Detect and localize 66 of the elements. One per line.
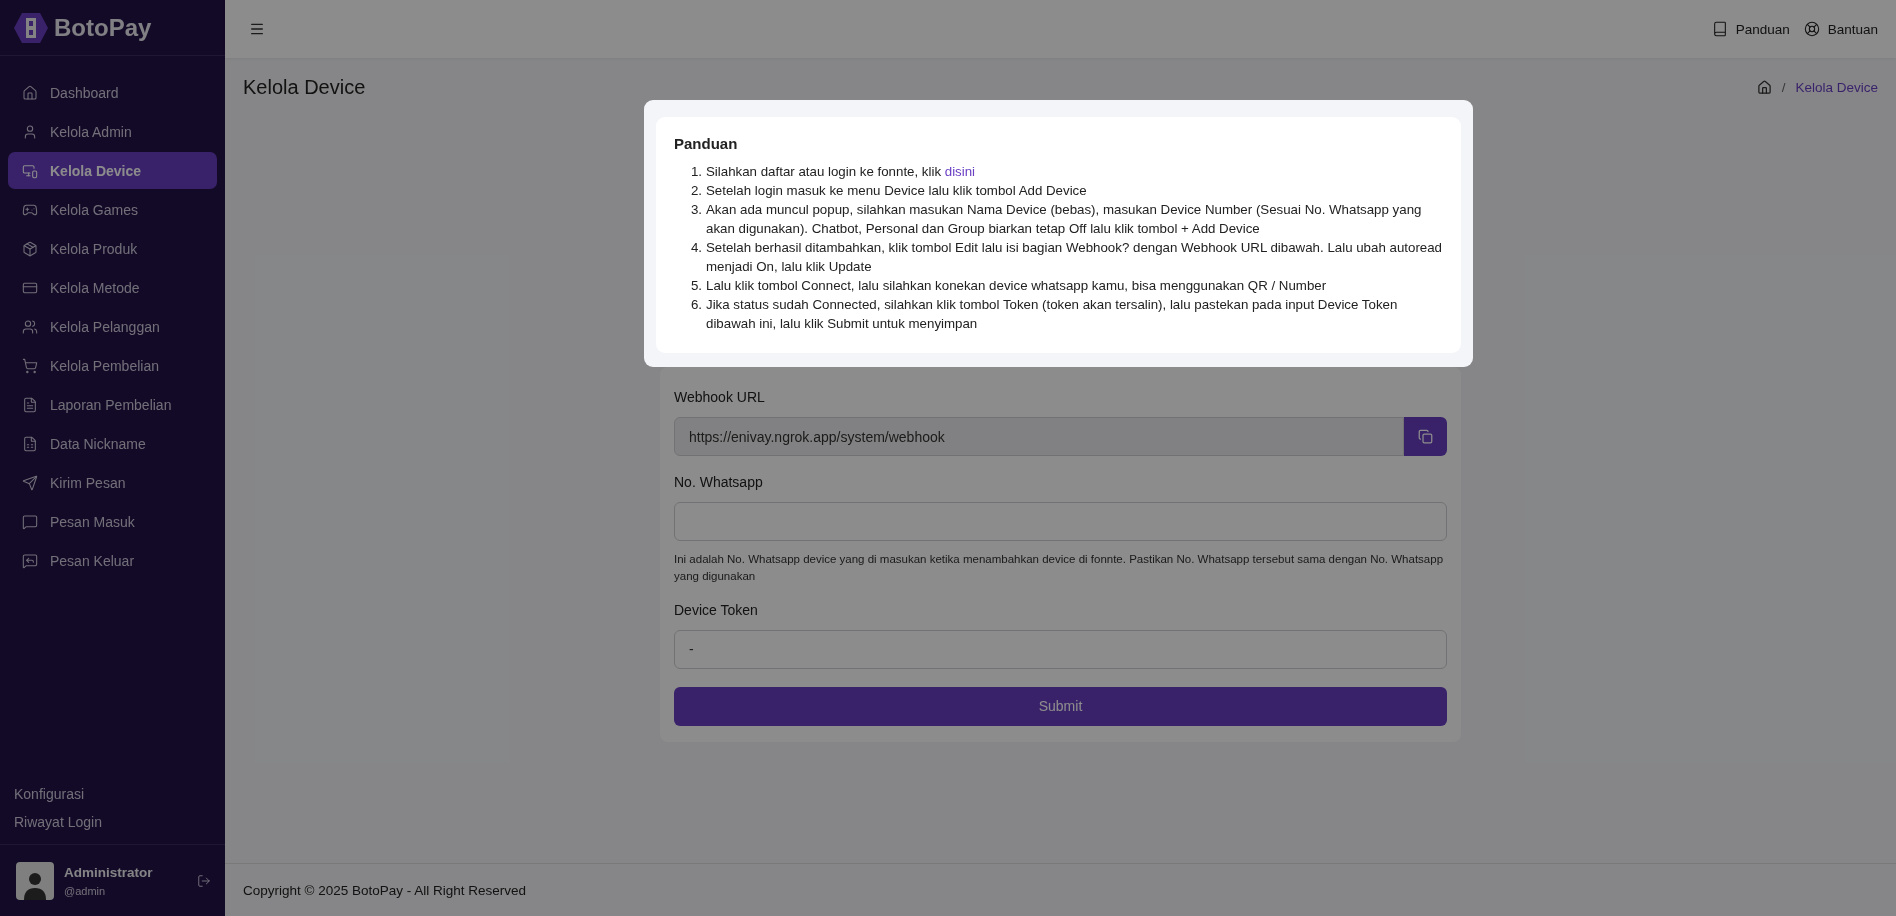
breadcrumb-current: Kelola Device bbox=[1795, 80, 1878, 95]
sidebar-item[interactable]: Kelola Device bbox=[8, 152, 217, 189]
user-name: Administrator bbox=[64, 865, 154, 880]
logo-icon bbox=[14, 12, 48, 43]
guide-step: Jika status sudah Connected, silahkan klik tombol Token (token akan tersalin), lalu pastekan pada input Device Token dibawah ini, lalu klik Submit untuk menyimpan bbox=[706, 295, 1443, 333]
sidebar-item[interactable]: Kelola Admin bbox=[8, 113, 217, 150]
message-icon bbox=[22, 513, 38, 530]
person-silhouette-icon bbox=[22, 870, 48, 900]
copy-icon bbox=[1418, 429, 1433, 444]
copy-button[interactable] bbox=[1404, 417, 1447, 456]
sidebar-item[interactable]: Pesan Masuk bbox=[8, 503, 217, 540]
sidebar-item[interactable]: Kelola Metode bbox=[8, 269, 217, 306]
user-icon bbox=[22, 123, 38, 140]
step-number: 5. bbox=[689, 277, 702, 295]
copyright-text: Copyright © 2025 BotoPay - All Right Reserved bbox=[243, 882, 527, 898]
send-icon bbox=[22, 474, 38, 491]
submit-button[interactable]: Submit bbox=[674, 686, 1447, 726]
home-icon[interactable] bbox=[1756, 80, 1772, 95]
modal-title: Panduan bbox=[674, 135, 739, 152]
message-reply-icon bbox=[22, 552, 38, 569]
step-number: 3. bbox=[689, 201, 702, 219]
cart-icon bbox=[22, 357, 38, 374]
package-icon bbox=[22, 240, 38, 257]
sidebar-item[interactable]: Dashboard bbox=[8, 74, 217, 111]
breadcrumb-separator: / bbox=[1781, 80, 1786, 95]
sidebar-item[interactable]: Kelola Pembelian bbox=[8, 347, 217, 384]
guide-step: Silahkan daftar atau login ke fonnte, klik disini bbox=[706, 162, 1443, 181]
sidebar-item[interactable]: Kelola Produk bbox=[8, 230, 217, 267]
page-title: Kelola Device bbox=[243, 76, 366, 99]
input-field[interactable]: https://enivay.ngrok.app/system/webhook bbox=[674, 417, 1404, 456]
user-handle: @admin bbox=[64, 885, 107, 897]
home-icon bbox=[22, 84, 38, 101]
help-text: Ini adalah No. Whatsapp device yang di masukan ketika menambahkan device di fonnte. Pastikan No. Whatsapp tersebut sama dengan No. Whatsapp yang digunakan bbox=[674, 552, 1445, 585]
sidebar-item[interactable]: Pesan Keluar bbox=[8, 542, 217, 579]
step-number: 1. bbox=[689, 163, 702, 181]
book-icon bbox=[1711, 21, 1728, 37]
step-number: 2. bbox=[689, 182, 702, 200]
monitor-phone-icon bbox=[22, 162, 38, 179]
header-link[interactable]: Bantuan bbox=[1803, 21, 1878, 37]
guide-step: Setelah berhasil ditambahkan, klik tombol Edit lalu isi bagian Webhook? dengan Webhook URL dibawah. Lalu ubah autoread menjadi On, lalu klik Update bbox=[706, 238, 1443, 276]
logo-text: BotoPay bbox=[54, 13, 152, 42]
document-icon bbox=[22, 396, 38, 413]
input-field[interactable]: - bbox=[674, 629, 1447, 669]
sidebar-item[interactable]: Data Nickname bbox=[8, 425, 217, 462]
header-link[interactable]: Panduan bbox=[1711, 21, 1790, 37]
lifebuoy-icon bbox=[1803, 21, 1820, 37]
users-icon bbox=[22, 318, 38, 335]
sidebar-link[interactable]: Konfigurasi bbox=[14, 786, 211, 802]
field-label: Webhook URL bbox=[674, 389, 766, 405]
sidebar-item[interactable]: Kirim Pesan bbox=[8, 464, 217, 501]
step-number: 4. bbox=[689, 239, 702, 257]
guide-step: Lalu klik tombol Connect, lalu silahkan konekan device whatsapp kamu, bisa menggunakan QR / Number bbox=[706, 276, 1443, 295]
step-number: 6. bbox=[689, 296, 702, 314]
spreadsheet-icon bbox=[22, 435, 38, 452]
sidebar-item[interactable]: Laporan Pembelian bbox=[8, 386, 217, 423]
guide-step: Setelah login masuk ke menu Device lalu klik tombol Add Device bbox=[706, 181, 1443, 200]
sidebar-item[interactable]: Kelola Pelanggan bbox=[8, 308, 217, 345]
link[interactable]: disini bbox=[944, 164, 976, 179]
guide-step: Akan ada muncul popup, silahkan masukan Nama Device (bebas), masukan Device Number (Sesuai No. Whatsapp yang akan digunakan). Chatbot, Personal dan Group biarkan tetap Off lalu klik tombol + Add Device bbox=[706, 200, 1443, 238]
sidebar-item[interactable]: Kelola Games bbox=[8, 191, 217, 228]
sidebar-link[interactable]: Riwayat Login bbox=[14, 814, 211, 830]
menu-icon[interactable] bbox=[249, 21, 265, 37]
field-label: No. Whatsapp bbox=[674, 474, 764, 490]
input-field[interactable] bbox=[674, 502, 1447, 541]
field-label: Device Token bbox=[674, 601, 759, 618]
logout-icon[interactable] bbox=[197, 874, 211, 888]
